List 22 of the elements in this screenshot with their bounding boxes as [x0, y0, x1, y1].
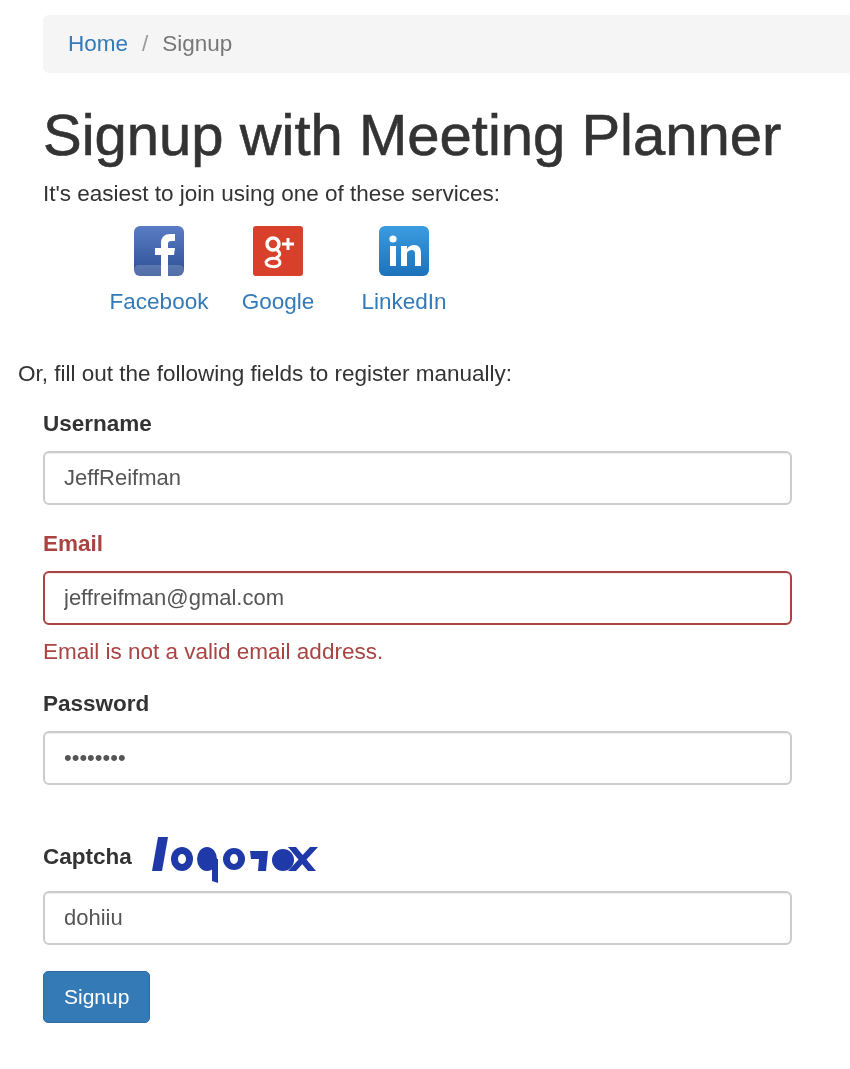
intro-text: It's easiest to join using one of these services:: [43, 180, 502, 207]
google-plus-icon[interactable]: [252, 224, 304, 277]
service-link[interactable]: Facebook: [109, 288, 209, 315]
input-field[interactable]: JeffReifman: [43, 450, 792, 505]
page-title: Signup with Meeting Planner: [43, 103, 783, 167]
breadcrumb-current: Signup: [162, 31, 233, 57]
input-field[interactable]: jeffreifman@gmal.com: [43, 570, 792, 625]
linkedin-icon[interactable]: [378, 224, 430, 277]
input-field[interactable]: ••••••••: [43, 730, 792, 785]
service-link[interactable]: LinkedIn: [361, 288, 447, 315]
signup-button[interactable]: Signup: [43, 970, 151, 1023]
input-field[interactable]: dohiiu: [43, 890, 792, 945]
error-message: Email is not a valid email address.: [43, 638, 385, 665]
service-link[interactable]: Google: [241, 288, 315, 315]
field-label: Email: [43, 530, 104, 557]
field-label: Password: [43, 690, 150, 717]
breadcrumb-link[interactable]: Home: [68, 31, 129, 57]
field-label: Captcha: [43, 843, 132, 870]
intro-text: Or, fill out the following fields to register manually:: [18, 360, 513, 387]
field-label: Username: [43, 410, 152, 437]
breadcrumb-separator: /: [142, 31, 149, 57]
facebook-icon[interactable]: [133, 224, 185, 277]
